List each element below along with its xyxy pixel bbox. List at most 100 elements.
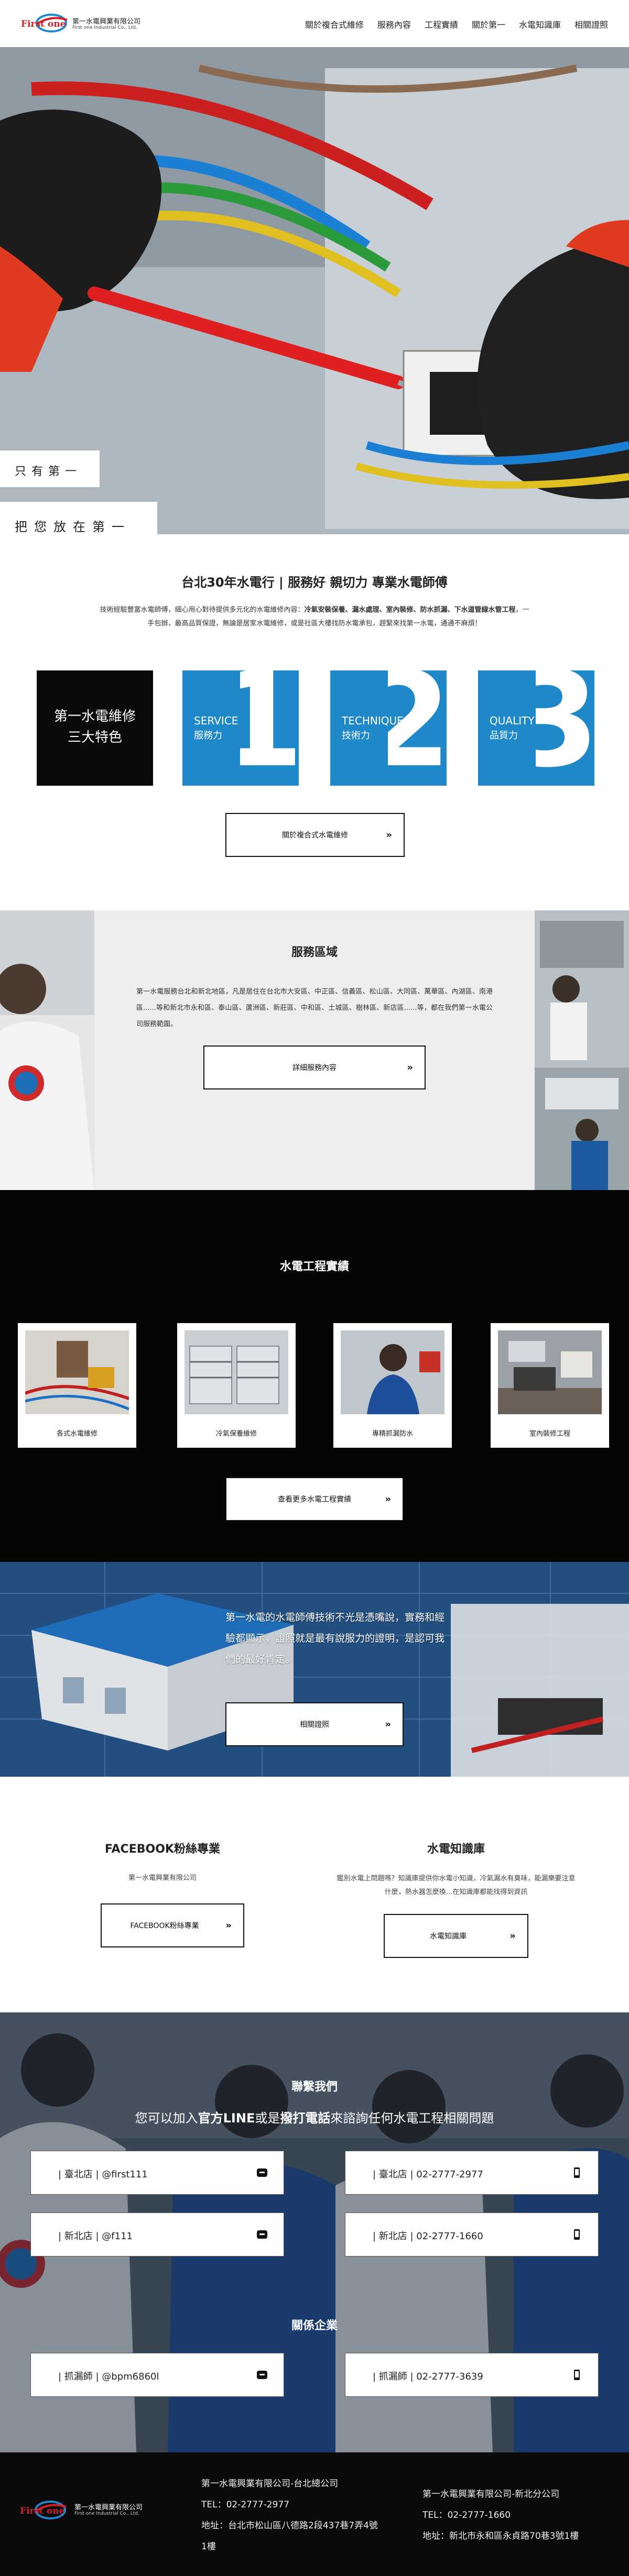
contact-subtitle: 您可以加入官方LINE或是撥打電話來諮詢任何水電工程相關問題 bbox=[135, 2111, 494, 2126]
line-icon bbox=[257, 2168, 267, 2177]
contact-title: 聯繫我們 bbox=[291, 2080, 338, 2094]
nav-item-services[interactable]: 服務內容 bbox=[377, 18, 411, 30]
features-heading-line1: 第一水電維修 bbox=[53, 709, 136, 724]
nav-item-about[interactable]: 關於第一 bbox=[472, 18, 505, 30]
main-nav: 關於複合式維修 服務內容 工程實績 關於第一 水電知識庫 相關證照 bbox=[305, 18, 608, 30]
button-label: 相關證照 bbox=[300, 1721, 329, 1729]
more-projects-button[interactable]: 查看更多水電工程實績 » bbox=[225, 1477, 404, 1521]
knowledge-button[interactable]: 水電知識庫 » bbox=[384, 1914, 528, 1958]
contact-phone-newtaipei[interactable]: | 新北店 | 02-2777-1660 bbox=[345, 2212, 599, 2256]
project-card[interactable]: 各式水電維修 bbox=[18, 1323, 136, 1448]
feature-quality: 3 QUALITY 品質力 bbox=[478, 670, 594, 786]
project-caption: 各式水電維修 bbox=[56, 1430, 97, 1438]
contact-line-leak[interactable]: | 抓漏師 | @bpm6860l bbox=[30, 2353, 284, 2397]
intro-title: 台北30年水電行 | 服務好 親切力 專業水電師傅 bbox=[181, 575, 448, 590]
contact-line-taipei[interactable]: | 臺北店 | @first111 bbox=[30, 2151, 284, 2195]
feature-en: TECHNIQUE bbox=[342, 714, 404, 727]
service-area-photo-right bbox=[535, 910, 629, 1190]
office-address-2: 1樓 bbox=[201, 2541, 216, 2552]
contact-line-newtaipei[interactable]: | 新北店 | @f111 bbox=[30, 2212, 284, 2256]
nav-item-repair[interactable]: 關於複合式維修 bbox=[305, 18, 364, 30]
knowledge-subtitle: 鑑別水電上問題嗎？知識庫提供你水電小知識，冷氣漏水有臭味，能漏樂要注意 什麼，熱… bbox=[314, 1872, 598, 1899]
license-button[interactable]: 相關證照 » bbox=[225, 1702, 404, 1746]
footer-brand-zh: 第一水電興業有限公司 bbox=[74, 2504, 143, 2512]
intro-text-a: 技術經驗豐富水電師傅，細心用心對待提供多元化的水電維修內容： bbox=[100, 606, 305, 614]
hero-slogan-1: 只有第一 bbox=[0, 450, 100, 487]
feature-service: 1 SERVICE 服務力 bbox=[182, 670, 299, 786]
phone-icon bbox=[574, 2370, 580, 2380]
nav-item-license[interactable]: 相關證照 bbox=[574, 18, 608, 30]
contact-text: | 抓漏師 | 02-2777-3639 bbox=[373, 2371, 483, 2382]
line-icon bbox=[257, 2371, 267, 2379]
site-footer: First one 第一水電興業有限公司 First one Industria… bbox=[0, 2452, 629, 2576]
office-name: 第一水電興業有限公司-新北分公司 bbox=[422, 2489, 560, 2500]
hero-banner: 只有第一 把您放在第一 bbox=[0, 47, 629, 534]
project-photo bbox=[498, 1330, 602, 1414]
double-chevron-right-icon: » bbox=[385, 1719, 391, 1730]
brand-name-en: First one Industrial Co., Ltd. bbox=[72, 25, 137, 30]
project-caption: 室內裝修工程 bbox=[529, 1430, 570, 1438]
project-card[interactable]: 冷氣保養維修 bbox=[177, 1323, 296, 1448]
footer-brand-en: First one Industrial Co., Ltd. bbox=[74, 2511, 139, 2516]
hero-slogan-2: 把您放在第一 bbox=[0, 502, 157, 534]
contact-text: | 新北店 | 02-2777-1660 bbox=[373, 2231, 483, 2242]
facebook-subtitle: 第一水電興業有限公司 bbox=[128, 1874, 197, 1882]
nav-item-projects[interactable]: 工程實績 bbox=[425, 18, 458, 30]
feature-technique: 2 TECHNIQUE 技術力 bbox=[330, 670, 447, 786]
double-chevron-right-icon: » bbox=[509, 1930, 516, 1942]
license-text: 第一水電的水電師傅技術不光是憑嘴說，實務和經驗都顯示，證照就是最有說服力的證明，… bbox=[225, 1612, 445, 1665]
intro-paragraph: 技術經驗豐富水電師傅，細心用心對待提供多元化的水電維修內容：冷氣安裝保養、漏水處… bbox=[42, 603, 587, 617]
service-area-title: 服務區域 bbox=[291, 946, 338, 959]
logo-mark-icon: First one bbox=[20, 2501, 67, 2519]
line-highlight: 官方LINE bbox=[198, 2111, 255, 2126]
facebook-button[interactable]: FACEBOOK粉絲專業 » bbox=[101, 1903, 244, 1947]
project-card[interactable]: 專精抓漏防水 bbox=[333, 1323, 452, 1448]
project-card[interactable]: 室內裝修工程 bbox=[491, 1323, 609, 1448]
service-detail-button[interactable]: 詳細服務內容 » bbox=[203, 1045, 426, 1089]
office-name: 第一水電興業有限公司-台北總公司 bbox=[201, 2479, 339, 2489]
footer-logo[interactable]: First one 第一水電興業有限公司 First one Industria… bbox=[19, 2497, 176, 2524]
button-label: 水電知識庫 bbox=[430, 1932, 467, 1941]
knowledge-title: 水電知識庫 bbox=[427, 1843, 485, 1856]
logo-word: First one bbox=[21, 19, 66, 29]
nav-item-knowledge[interactable]: 水電知識庫 bbox=[519, 18, 561, 30]
button-label: 詳細服務內容 bbox=[292, 1064, 337, 1072]
about-repair-button[interactable]: 關於複合式水電維修 » bbox=[225, 813, 405, 857]
phone-icon bbox=[574, 2167, 580, 2178]
double-chevron-right-icon: » bbox=[385, 1493, 391, 1505]
contact-text: | 臺北店 | 02-2777-2977 bbox=[373, 2169, 483, 2180]
feature-en: SERVICE bbox=[194, 714, 238, 727]
double-chevron-right-icon: » bbox=[407, 1062, 413, 1073]
service-area-section: 服務區域 第一水電服務台北和新北地區，凡是居住在台北市大安區、中正區、信義區、松… bbox=[0, 910, 629, 1190]
project-photo bbox=[25, 1330, 129, 1414]
license-banner: 第一水電的水電師傅技術不光是憑嘴說，實務和經驗都顯示，證照就是最有說服力的證明，… bbox=[0, 1562, 629, 1777]
intro-highlight: 冷氣安裝保養、漏水處理、室內裝修、防水抓漏、下水道管線水管工程 bbox=[304, 606, 516, 614]
feature-zh: 服務力 bbox=[194, 730, 222, 741]
double-chevron-right-icon: » bbox=[386, 829, 392, 841]
features-heading-box: 第一水電維修 三大特色 bbox=[37, 670, 153, 786]
office-tel[interactable]: TEL：02-2777-1660 bbox=[422, 2505, 579, 2526]
footer-newtaipei-office: 第一水電興業有限公司-新北分公司 TEL：02-2777-1660 地址：新北市… bbox=[422, 2484, 579, 2547]
project-caption: 專精抓漏防水 bbox=[372, 1430, 413, 1438]
button-label: FACEBOOK粉絲專業 bbox=[130, 1922, 199, 1930]
contact-phone-taipei[interactable]: | 臺北店 | 02-2777-2977 bbox=[345, 2151, 599, 2195]
contact-phone-leak[interactable]: | 抓漏師 | 02-2777-3639 bbox=[345, 2353, 599, 2397]
phone-icon bbox=[574, 2229, 580, 2240]
contact-text: | 新北店 | @f111 bbox=[58, 2231, 133, 2242]
button-label: 關於複合式水電維修 bbox=[282, 831, 348, 840]
button-label: 查看更多水電工程實績 bbox=[278, 1495, 351, 1504]
project-photo bbox=[185, 1330, 288, 1414]
feature-en: QUALITY bbox=[490, 714, 535, 727]
contact-text: | 抓漏師 | @bpm6860l bbox=[58, 2371, 159, 2382]
affiliates-title: 關係企業 bbox=[291, 2319, 338, 2332]
service-area-photo-left bbox=[0, 910, 94, 1190]
svg-text:First one: First one bbox=[20, 2506, 65, 2516]
intro-text-b: ，一 bbox=[515, 606, 529, 614]
footer-taipei-office: 第一水電興業有限公司-台北總公司 TEL：02-2777-2977 地址：台北市… bbox=[201, 2473, 378, 2557]
features-heading-line2: 三大特色 bbox=[67, 730, 122, 745]
double-chevron-right-icon: » bbox=[225, 1920, 232, 1931]
brand-logo[interactable]: First one 第一水電興業有限公司 First one Industria… bbox=[20, 10, 146, 35]
office-tel[interactable]: TEL：02-2777-2977 bbox=[201, 2494, 378, 2515]
logo-mark-icon: First one bbox=[21, 14, 68, 32]
feature-zh: 技術力 bbox=[342, 730, 370, 741]
